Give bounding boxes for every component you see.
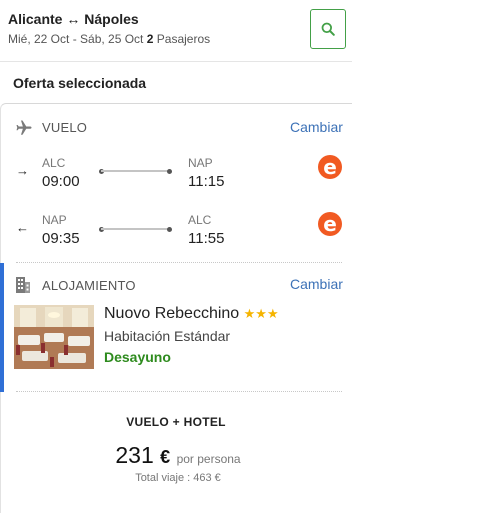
leg1-to-time: 11:15: [188, 173, 225, 190]
outbound-direction-icon: →: [16, 163, 29, 178]
hotel-photo[interactable]: [14, 305, 94, 369]
price-amount: 231 €: [115, 442, 171, 468]
hotel-name[interactable]: Nuovo Rebecchino ★★★: [104, 305, 279, 323]
leg2-from-time: 09:35: [42, 230, 80, 247]
airline-logo-icon: e: [318, 155, 342, 179]
origin-city: Alicante: [8, 11, 63, 27]
flight-section-label: VUELO: [42, 120, 88, 135]
date-range: Mié, 22 Oct - Sáb, 25 Oct: [8, 32, 144, 46]
building-icon: [16, 277, 30, 293]
currency-symbol: €: [160, 447, 171, 467]
leg1-from-code: ALC: [42, 156, 66, 170]
package-title: VUELO + HOTEL: [126, 415, 226, 429]
leg1-from-time: 09:00: [42, 173, 80, 190]
leg1-route-line: [101, 170, 169, 172]
return-direction-icon: ←: [16, 220, 29, 235]
section-divider: [16, 262, 342, 264]
leg2-to-code: ALC: [188, 213, 212, 227]
leg1-to-code: NAP: [188, 156, 213, 170]
leg2-to-time: 11:55: [188, 230, 225, 247]
route-title: Alicante ↔ Nápoles: [8, 11, 139, 27]
plane-icon: [16, 120, 32, 135]
header-divider: [0, 61, 352, 62]
selected-accent-bar: [0, 263, 4, 392]
passenger-label: Pasajeros: [156, 32, 211, 46]
per-person-label: por persona: [176, 452, 241, 466]
room-type: Habitación Estándar: [104, 328, 231, 344]
airline-logo-icon: e: [318, 212, 342, 236]
offer-title: Oferta seleccionada: [13, 75, 147, 91]
total-trip-price: Total viaje : 463 €: [135, 472, 221, 484]
trip-dates: Mié, 22 Oct - Sáb, 25 Oct 2 Pasajeros: [8, 32, 210, 46]
leg2-route-line: [101, 228, 169, 230]
leg1-end-dot: [167, 169, 172, 174]
star-rating-icon: ★★★: [243, 307, 279, 322]
route-arrow-icon: ↔: [66, 11, 81, 27]
leg2-from-code: NAP: [42, 213, 67, 227]
board-type: Desayuno: [104, 349, 171, 365]
search-button[interactable]: [310, 9, 346, 49]
hotel-name-text: Nuovo Rebecchino: [104, 305, 240, 322]
change-flight-link[interactable]: Cambiar: [290, 119, 343, 135]
change-lodging-link[interactable]: Cambiar: [290, 276, 343, 292]
passenger-count: 2: [146, 32, 154, 46]
search-icon: [321, 22, 335, 36]
destination-city: Nápoles: [84, 11, 139, 27]
section-divider: [16, 391, 342, 393]
price-per-person: 231 € por persona: [0, 442, 356, 469]
lodging-section-label: ALOJAMIENTO: [42, 278, 136, 293]
leg2-end-dot: [167, 227, 172, 232]
